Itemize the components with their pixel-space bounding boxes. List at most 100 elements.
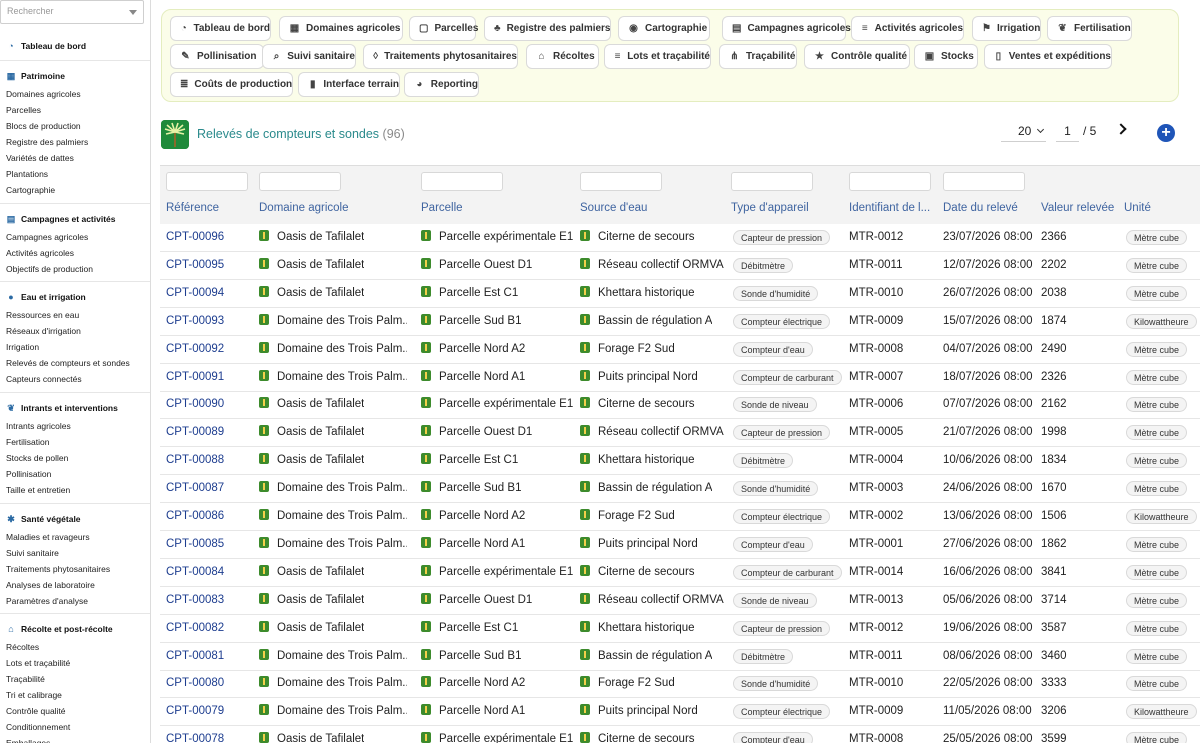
reference-link[interactable]: CPT-00085 [166, 538, 224, 550]
sidebar-item[interactable]: Campagnes agricoles [0, 229, 150, 245]
sidebar-item[interactable]: Conditionnement [0, 719, 150, 735]
sidebar-item[interactable]: Relevés de compteurs et sondes [0, 355, 150, 371]
sidebar-section-header[interactable]: ❦ Intrants et interventions [0, 401, 150, 415]
table-row[interactable]: CPT-00091 Domaine des Trois Palm... Parcel… [160, 364, 1200, 392]
table-row[interactable]: CPT-00089 Oasis de Tafilalet Parcelle Oues… [160, 419, 1200, 448]
reference-link[interactable]: CPT-00090 [166, 398, 224, 410]
sidebar-item[interactable]: Contrôle qualité [0, 703, 150, 719]
sidebar-section-header[interactable]: ◔ Tableau de bord [0, 39, 150, 53]
page-size-select[interactable]: 20 [1001, 120, 1046, 142]
column-filter-input[interactable] [421, 172, 503, 191]
table-row[interactable]: CPT-00080 Domaine des Trois Palm... Parcel… [160, 670, 1200, 699]
reference-link[interactable]: CPT-00087 [166, 482, 224, 494]
current-page-input[interactable]: 1 [1056, 120, 1079, 142]
reference-link[interactable]: CPT-00083 [166, 594, 224, 606]
sidebar-item[interactable]: Tri et calibrage [0, 687, 150, 703]
reference-link[interactable]: CPT-00096 [166, 231, 224, 243]
sidebar-item[interactable]: Lots et traçabilité [0, 655, 150, 671]
module-button[interactable]: ⋔ Traçabilité [719, 44, 797, 69]
module-button[interactable]: ▦ Domaines agricoles [279, 16, 403, 41]
reference-link[interactable]: CPT-00079 [166, 705, 224, 717]
table-row[interactable]: CPT-00083 Oasis de Tafilalet Parcelle Oues… [160, 587, 1200, 615]
sidebar-item[interactable]: Cartographie [0, 182, 150, 198]
table-row[interactable]: CPT-00085 Domaine des Trois Palm... Parcel… [160, 531, 1200, 559]
reference-link[interactable]: CPT-00086 [166, 510, 224, 522]
table-row[interactable]: CPT-00078 Oasis de Tafilalet Parcelle expé… [160, 726, 1200, 743]
module-button[interactable]: ▢ Parcelles [409, 16, 478, 41]
module-button[interactable]: ⌕ Suivi sanitaire [262, 44, 356, 69]
sidebar-section-header[interactable]: ✱ Santé végétale [0, 512, 150, 526]
column-header[interactable]: Parcelle [421, 202, 463, 214]
module-button[interactable]: ★ Contrôle qualité [804, 44, 910, 69]
reference-link[interactable]: CPT-00093 [166, 315, 224, 327]
module-button[interactable]: ≡ Activités agricoles [851, 16, 964, 41]
sidebar-item[interactable]: Récoltes [0, 639, 150, 655]
module-button[interactable]: ▤ Campagnes agricoles [722, 16, 851, 41]
sidebar-item[interactable]: Pollinisation [0, 466, 150, 482]
chevron-down-icon[interactable] [129, 10, 137, 15]
table-row[interactable]: CPT-00079 Domaine des Trois Palm... Parcel… [160, 698, 1200, 727]
table-row[interactable]: CPT-00084 Oasis de Tafilalet Parcelle expé… [160, 559, 1200, 587]
sidebar-item[interactable]: Suivi sanitaire [0, 545, 150, 561]
table-row[interactable]: CPT-00088 Oasis de Tafilalet Parcelle Est … [160, 447, 1200, 476]
table-row[interactable]: CPT-00082 Oasis de Tafilalet Parcelle Est … [160, 615, 1200, 643]
module-button[interactable]: ◔ Tableau de bord [170, 16, 271, 41]
column-header[interactable]: Source d'eau [580, 202, 647, 214]
sidebar-item[interactable]: Domaines agricoles [0, 86, 150, 102]
module-button[interactable]: ◊ Traitements phytosanitaires [363, 44, 518, 69]
sidebar-item[interactable]: Emballages [0, 735, 150, 743]
reference-link[interactable]: CPT-00084 [166, 566, 224, 578]
table-row[interactable]: CPT-00093 Domaine des Trois Palm... Parcel… [160, 308, 1200, 336]
column-header[interactable]: Date du relevé [943, 202, 1018, 214]
module-button[interactable]: ◕ Reporting [404, 72, 479, 97]
column-header[interactable]: Référence [166, 202, 219, 214]
column-filter-input[interactable] [943, 172, 1025, 191]
table-row[interactable]: CPT-00090 Oasis de Tafilalet Parcelle expé… [160, 391, 1200, 420]
sidebar-section-header[interactable]: ▤ Campagnes et activités [0, 212, 150, 226]
sidebar-item[interactable]: Ressources en eau [0, 307, 150, 323]
module-button[interactable]: ▮ Interface terrain [298, 72, 400, 97]
module-button[interactable]: ♣ Registre des palmiers [484, 16, 611, 41]
sidebar-item[interactable]: Irrigation [0, 339, 150, 355]
column-filter-input[interactable] [580, 172, 662, 191]
sidebar-section-header[interactable]: ▦ Patrimoine [0, 69, 150, 83]
sidebar-section-header[interactable]: ⌂ Récolte et post-récolte [0, 622, 150, 636]
module-button[interactable]: ▯ Ventes et expéditions [984, 44, 1112, 69]
module-button[interactable]: ▣ Stocks [914, 44, 978, 69]
reference-link[interactable]: CPT-00088 [166, 454, 224, 466]
column-filter-input[interactable] [166, 172, 248, 191]
sidebar-item[interactable]: Réseaux d'irrigation [0, 323, 150, 339]
table-row[interactable]: CPT-00086 Domaine des Trois Palm... Parcel… [160, 503, 1200, 531]
sidebar-item[interactable]: Fertilisation [0, 434, 150, 450]
reference-link[interactable]: CPT-00095 [166, 259, 224, 271]
sidebar-item[interactable]: Variétés de dattes [0, 150, 150, 166]
column-filter-input[interactable] [849, 172, 931, 191]
sidebar-item[interactable]: Traçabilité [0, 671, 150, 687]
sidebar-item[interactable]: Paramètres d'analyse [0, 593, 150, 609]
module-button[interactable]: ⚑ Irrigation [972, 16, 1041, 41]
module-button[interactable]: ✎ Pollinisation [170, 44, 264, 69]
table-row[interactable]: CPT-00095 Oasis de Tafilalet Parcelle Oues… [160, 252, 1200, 280]
table-row[interactable]: CPT-00087 Domaine des Trois Palm... Parcel… [160, 475, 1200, 504]
table-row[interactable]: CPT-00081 Domaine des Trois Palm... Parcel… [160, 643, 1200, 671]
module-button[interactable]: ≡ Lots et traçabilité [604, 44, 711, 69]
sidebar-item[interactable]: Traitements phytosanitaires [0, 561, 150, 577]
sidebar-item[interactable]: Analyses de laboratoire [0, 577, 150, 593]
table-row[interactable]: CPT-00094 Oasis de Tafilalet Parcelle Est … [160, 280, 1200, 308]
column-header[interactable]: Identifiant de l... [849, 202, 930, 214]
reference-link[interactable]: CPT-00078 [166, 733, 224, 743]
reference-link[interactable]: CPT-00092 [166, 343, 224, 355]
column-filter-input[interactable] [731, 172, 813, 191]
sidebar-item[interactable]: Blocs de production [0, 118, 150, 134]
sidebar-item[interactable]: Maladies et ravageurs [0, 529, 150, 545]
reference-link[interactable]: CPT-00080 [166, 677, 224, 689]
column-header[interactable]: Type d'appareil [731, 202, 809, 214]
sidebar-item[interactable]: Taille et entretien [0, 482, 150, 498]
column-header[interactable]: Unité [1124, 202, 1151, 214]
column-header[interactable]: Domaine agricole [259, 202, 349, 214]
reference-link[interactable]: CPT-00094 [166, 287, 224, 299]
sidebar-item[interactable]: Registre des palmiers [0, 134, 150, 150]
sidebar-section-header[interactable]: ● Eau et irrigation [0, 290, 150, 304]
search-input[interactable]: Rechercher [0, 0, 144, 24]
module-button[interactable]: ⌂ Récoltes [526, 44, 599, 69]
